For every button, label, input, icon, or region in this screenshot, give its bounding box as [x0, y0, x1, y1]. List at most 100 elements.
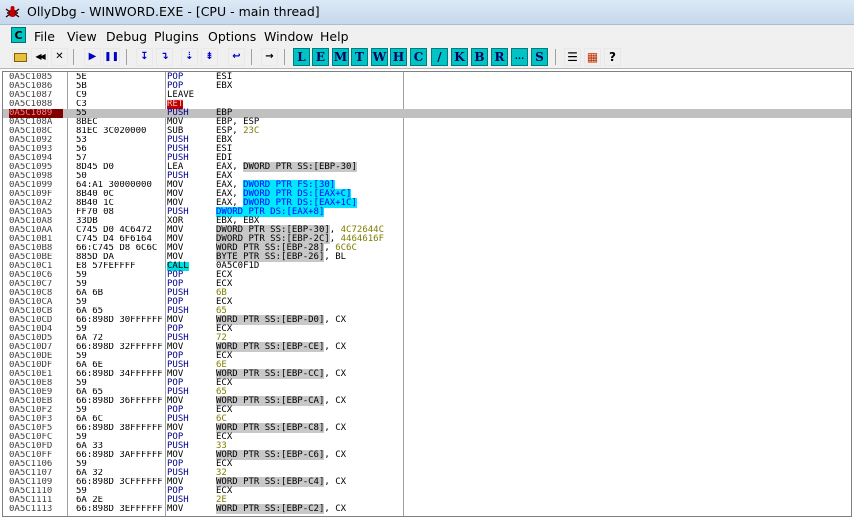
references-window-button[interactable]: R [491, 48, 508, 66]
address-cell: 0A5C10FF [9, 451, 53, 460]
disasm-row[interactable]: 0A5C10D7 66:898D 32FFFFFF MOV WORD PTR SS:[… [3, 342, 851, 352]
close-icon: ✕ [55, 51, 64, 62]
trace-over-button[interactable]: ⇟ [201, 48, 218, 66]
disasm-row[interactable]: 0A5C10BE 885D DA MOV BYTE PTR SS:[EBP-26], … [3, 252, 851, 262]
disasm-row[interactable]: 0A5C10F2 59 POP ECX [3, 406, 851, 415]
address-cell: 0A5C10C1 [9, 262, 53, 271]
disasm-row[interactable]: 0A5C10AA C745 D0 4C6472 MOV DWORD PTR SS:[E… [3, 225, 851, 235]
disasm-row[interactable]: 0A5C10CA 59 POP ECX [3, 298, 851, 307]
disasm-row[interactable]: 0A5C108A 8BEC MOV EBP, ESP [3, 118, 851, 127]
go-to-button[interactable]: → [261, 48, 278, 66]
disasm-row[interactable]: 0A5C10C8 6A 6B PUSH 6B [3, 289, 851, 298]
disasm-row[interactable]: 0A5C10C7 59 POP ECX [3, 280, 851, 289]
disasm-row[interactable]: 0A5C10D4 59 POP ECX [3, 325, 851, 334]
call-stack-window-button[interactable]: K [451, 48, 468, 66]
disasm-row[interactable]: 0A5C10A8 33DB XOR EBX, EBX [3, 217, 851, 226]
address-cell: 0A5C10B1 [9, 235, 53, 244]
disasm-row[interactable]: 0A5C1113 66:898D 3EFFFFFF MOV WORD PTR SS:[… [3, 504, 851, 514]
menu-view[interactable]: View [67, 29, 97, 44]
disasm-row[interactable]: 0A5C10E1 66:898D 34FFFFFF MOV WORD PTR SS:[… [3, 369, 851, 379]
disasm-row[interactable]: 0A5C1110 59 POP ECX [3, 487, 851, 496]
hex-dump-cell: 885D DA [76, 253, 114, 262]
disasm-row[interactable]: 0A5C1109 66:898D 3CFFFFFF MOV WORD PTR SS:[… [3, 477, 851, 487]
run-trace-window-button[interactable]: ... [511, 48, 528, 66]
handles-window-button[interactable]: H [390, 48, 407, 66]
hex-dump-cell: 8B40 0C [76, 190, 114, 199]
cpu-window-toolbar-button[interactable]: C [410, 48, 427, 66]
help-button[interactable]: ? [604, 48, 621, 66]
disasm-row[interactable]: 0A5C10CB 6A 65 PUSH 65 [3, 307, 851, 316]
restart-button[interactable]: ◀◀ [31, 48, 48, 66]
menu-plugins[interactable]: Plugins [154, 29, 199, 44]
open-icon [14, 52, 27, 62]
toolbar-separator [284, 49, 285, 65]
disasm-row[interactable]: 0A5C1088 C3 RET [3, 100, 851, 109]
disasm-row[interactable]: 0A5C10C6 59 POP ECX [3, 271, 851, 280]
disasm-row[interactable]: 0A5C108C 81EC 3C020000 SUB ESP, 23C [3, 127, 851, 136]
menu-file[interactable]: File [34, 29, 55, 44]
list-button[interactable]: ☰ [564, 48, 581, 66]
threads-window-button[interactable]: T [351, 48, 368, 66]
disasm-row[interactable]: 0A5C10E8 59 POP ECX [3, 379, 851, 388]
disasm-row[interactable]: 0A5C10FD 6A 33 PUSH 33 [3, 442, 851, 451]
disasm-row[interactable]: 0A5C10C1 E8 57FEFFFF CALL 0A5C0F1D [3, 262, 851, 271]
disasm-row[interactable]: 0A5C10DF 6A 6E PUSH 6E [3, 361, 851, 370]
address-cell: 0A5C10FD [9, 442, 53, 451]
disasm-row[interactable]: 0A5C1089 55 PUSH EBP [3, 109, 851, 118]
step-over-button[interactable]: ↴ [156, 48, 173, 66]
patches-window-button[interactable]: / [431, 48, 448, 66]
open-button[interactable] [12, 48, 29, 66]
address-cell: 0A5C1113 [9, 505, 53, 514]
disasm-row[interactable]: 0A5C10B8 66:C745 D8 6C6C MOV WORD PTR SS:[E… [3, 243, 851, 253]
disasm-row[interactable]: 0A5C1098 50 PUSH EAX [3, 172, 851, 181]
operand-part: DWORD PTR SS:[EBP-30] [243, 162, 357, 172]
close-button[interactable]: ✕ [51, 48, 68, 66]
disasm-row[interactable]: 0A5C1095 8D45 D0 LEA EAX, DWORD PTR SS:[EBP… [3, 162, 851, 172]
disasm-row[interactable]: 0A5C109F 8B40 0C MOV EAX, DWORD PTR DS:[EAX… [3, 189, 851, 199]
disasm-row[interactable]: 0A5C10CD 66:898D 30FFFFFF MOV WORD PTR SS:[… [3, 315, 851, 325]
disasm-row[interactable]: 0A5C10B1 C745 D4 6F6164 MOV DWORD PTR SS:[E… [3, 234, 851, 244]
toolbar-separator [73, 49, 74, 65]
disasm-row[interactable]: 0A5C1086 5B POP EBX [3, 82, 851, 91]
disasm-row[interactable]: 0A5C1099 64:A1 30000000 MOV EAX, DWORD PTR … [3, 180, 851, 190]
disasm-row[interactable]: 0A5C10FC 59 POP ECX [3, 433, 851, 442]
disasm-row[interactable]: 0A5C10DE 59 POP ECX [3, 352, 851, 361]
cpu-window-button[interactable]: C [11, 27, 26, 43]
disasm-row[interactable]: 0A5C10A5 FF70 08 PUSH DWORD PTR DS:[EAX+8] [3, 207, 851, 217]
toolbar-separator [555, 49, 556, 65]
windows-window-button[interactable]: W [371, 48, 388, 66]
disasm-row[interactable]: 0A5C10A2 8B40 1C MOV EAX, DWORD PTR DS:[EAX… [3, 198, 851, 208]
execute-till-return-button[interactable]: ↩ [228, 48, 245, 66]
menu-window[interactable]: Window [264, 29, 313, 44]
modules-window-button[interactable]: E [312, 48, 329, 66]
menu-debug[interactable]: Debug [106, 29, 147, 44]
breakpoints-window-button[interactable]: B [471, 48, 488, 66]
disasm-row[interactable]: 0A5C10FF 66:898D 3AFFFFFF MOV WORD PTR SS:[… [3, 450, 851, 460]
disasm-row[interactable]: 0A5C10E9 6A 65 PUSH 65 [3, 388, 851, 397]
disasm-row[interactable]: 0A5C10F5 66:898D 38FFFFFF MOV WORD PTR SS:[… [3, 423, 851, 433]
run-button[interactable]: ▶ [84, 48, 101, 66]
grid-button[interactable]: ▦ [584, 48, 601, 66]
disasm-row[interactable]: 0A5C10F3 6A 6C PUSH 6C [3, 415, 851, 424]
source-window-button[interactable]: S [531, 48, 548, 66]
disasm-row[interactable]: 0A5C1085 5E POP ESI [3, 73, 851, 82]
menu-options[interactable]: Options [208, 29, 256, 44]
pause-button[interactable]: ❚❚ [103, 48, 120, 66]
step-into-button[interactable]: ↧ [136, 48, 153, 66]
disasm-row[interactable]: 0A5C1094 57 PUSH EDI [3, 154, 851, 163]
trace-into-button[interactable]: ⇣ [181, 48, 198, 66]
hex-dump-cell: 55 [76, 109, 87, 118]
disasm-row[interactable]: 0A5C10EB 66:898D 36FFFFFF MOV WORD PTR SS:[… [3, 396, 851, 406]
disasm-row[interactable]: 0A5C1093 56 PUSH ESI [3, 145, 851, 154]
memory-window-button[interactable]: M [332, 48, 349, 66]
disasm-row[interactable]: 0A5C10D5 6A 72 PUSH 72 [3, 334, 851, 343]
log-window-button[interactable]: L [293, 48, 310, 66]
disasm-row[interactable]: 0A5C1092 53 PUSH EBX [3, 136, 851, 145]
hex-dump-cell: E8 57FEFFFF [76, 262, 136, 271]
disasm-row[interactable]: 0A5C1111 6A 2E PUSH 2E [3, 496, 851, 505]
disasm-row[interactable]: 0A5C1106 59 POP ECX [3, 460, 851, 469]
disasm-row[interactable]: 0A5C1107 6A 32 PUSH 32 [3, 469, 851, 478]
disassembly-pane[interactable]: 0A5C1085 5E POP ESI 0A5C1086 5B POP EBX 0A5C1087… [2, 71, 852, 517]
disasm-row[interactable]: 0A5C1087 C9 LEAVE [3, 91, 851, 100]
menu-help[interactable]: Help [320, 29, 349, 44]
